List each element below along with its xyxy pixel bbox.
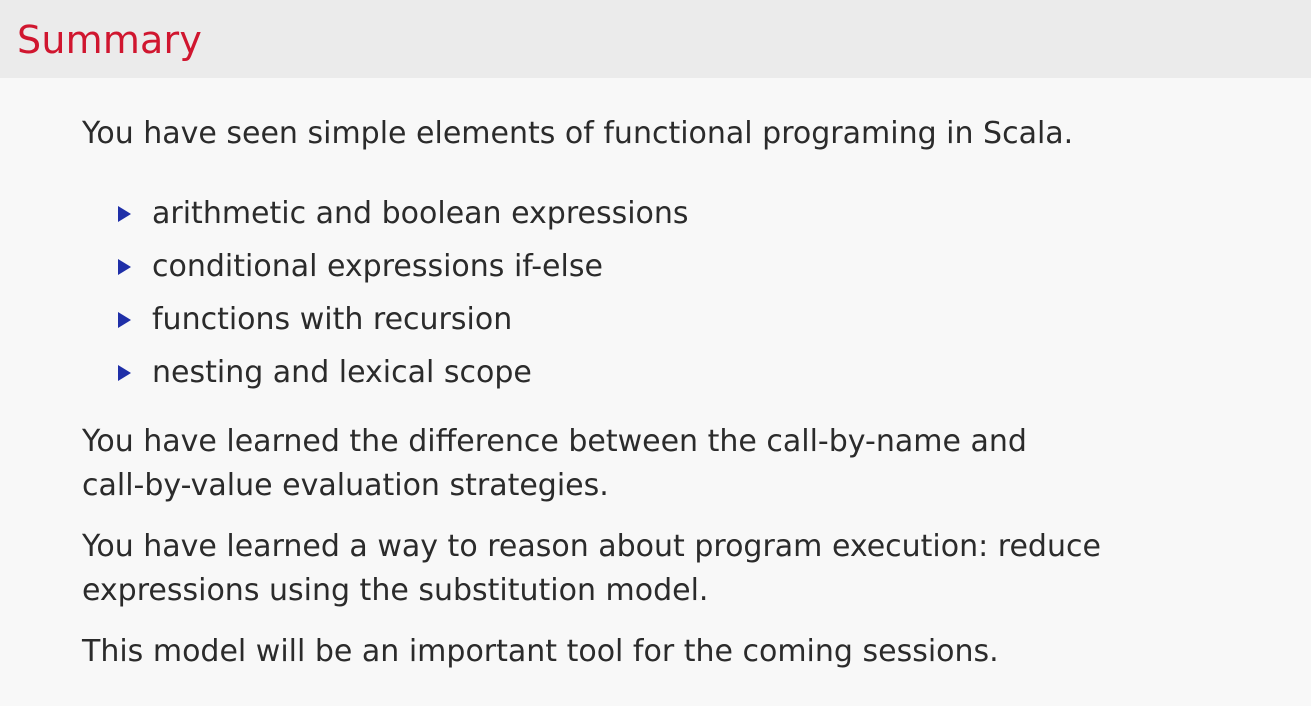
- bullet-text: conditional expressions if-else: [152, 249, 603, 284]
- substitution-model-paragraph: You have learned a way to reason about p…: [82, 525, 1262, 613]
- bullet-item: functions with recursion: [118, 298, 1262, 351]
- bullet-list: arithmetic and boolean expressions condi…: [82, 192, 1262, 404]
- paragraph-line: You have learned a way to reason about p…: [82, 529, 1101, 564]
- closing-paragraph: This model will be an important tool for…: [82, 634, 999, 669]
- title-bar: Summary: [0, 0, 1311, 78]
- paragraph-line: You have learned the difference between …: [82, 424, 1027, 459]
- paragraph-line: expressions using the substitution model…: [82, 573, 709, 608]
- bullet-text: functions with recursion: [152, 302, 513, 337]
- triangle-bullet-icon: [118, 365, 131, 381]
- evaluation-strategies-paragraph: You have learned the difference between …: [82, 420, 1262, 508]
- bullet-item: conditional expressions if-else: [118, 245, 1262, 298]
- slide: Summary You have seen simple elements of…: [0, 0, 1311, 706]
- bullet-text: nesting and lexical scope: [152, 355, 532, 390]
- slide-content: You have seen simple elements of functio…: [82, 96, 1262, 674]
- paragraph-line: call-by-value evaluation strategies.: [82, 468, 609, 503]
- triangle-bullet-icon: [118, 312, 131, 328]
- bullet-item: arithmetic and boolean expressions: [118, 192, 1262, 245]
- bullet-item: nesting and lexical scope: [118, 351, 1262, 404]
- intro-text: You have seen simple elements of functio…: [82, 116, 1074, 151]
- triangle-bullet-icon: [118, 206, 131, 222]
- triangle-bullet-icon: [118, 259, 131, 275]
- slide-title: Summary: [17, 18, 203, 62]
- bullet-text: arithmetic and boolean expressions: [152, 196, 689, 231]
